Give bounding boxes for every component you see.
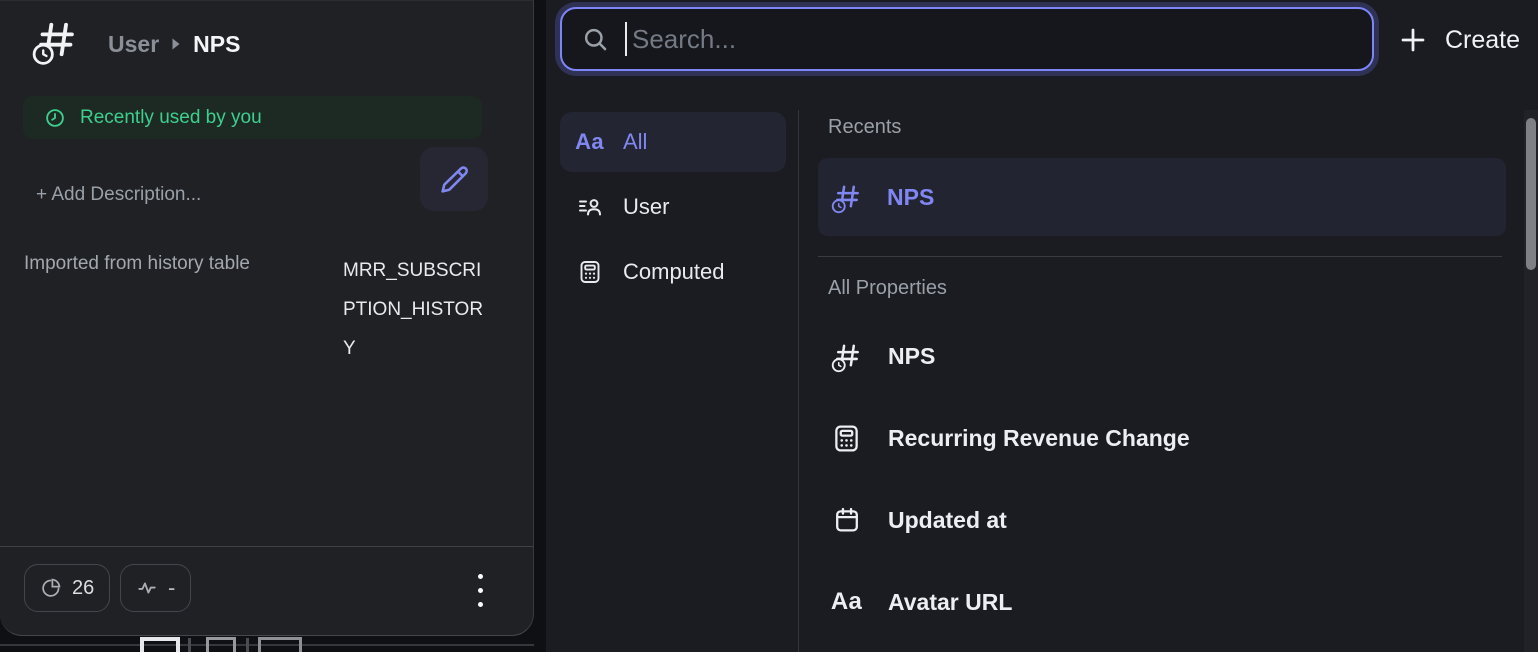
property-item-avatar-url[interactable]: Aa Avatar URL [818,561,1506,643]
background-column-icon [258,637,302,652]
tab-all-label: All [623,129,647,155]
search-icon [582,26,609,53]
number-property-clock-icon [830,340,863,373]
tab-all[interactable]: Aa All [560,112,786,172]
tab-user[interactable]: User [560,177,786,237]
tab-computed[interactable]: Computed [560,242,786,302]
text-type-icon: Aa [576,129,603,156]
add-description-button[interactable]: + Add Description... [36,184,201,206]
calculator-icon [830,422,863,455]
pie-chart-icon [40,577,62,599]
tab-user-label: User [623,194,669,220]
kebab-dot [478,574,483,579]
scrollbar-track[interactable] [1524,110,1538,652]
breadcrumb: User NPS [108,29,240,59]
modal-column-divider [798,110,799,652]
search-input[interactable] [627,24,1352,55]
results-divider [818,256,1502,257]
background-tick [246,638,249,652]
filter-tabs: Aa All User [560,112,786,302]
property-detail-panel: User NPS Recently used by you + Add Desc… [0,0,534,636]
breadcrumb-parent[interactable]: User [108,31,159,58]
calculator-icon [576,259,603,286]
usage-count: 26 [72,577,94,600]
plus-icon [1398,25,1428,55]
more-options-button[interactable] [462,568,498,612]
property-item-label: Updated at [888,507,1007,534]
recent-item-nps[interactable]: NPS [818,158,1506,236]
scrollbar-thumb[interactable] [1526,118,1536,270]
property-search-modal: Create Aa All User [546,0,1538,652]
pulse-icon [136,577,158,599]
property-item-updated-at[interactable]: Updated at [818,479,1506,561]
recent-item-label: NPS [887,184,934,211]
property-item-label: NPS [888,343,935,370]
text-type-icon: Aa [830,586,863,619]
background-column-icon [140,637,180,652]
kebab-dot [478,602,483,607]
calendar-icon [830,504,863,537]
trend-value: - [168,577,175,599]
clock-icon [44,107,66,129]
footer-divider [0,546,533,547]
search-input-wrap [625,9,1352,69]
property-item-recurring-revenue-change[interactable]: Recurring Revenue Change [818,397,1506,479]
import-source-value: MRR_SUBSCRIPTION_HISTORY [343,251,491,368]
import-source-label: Imported from history table [24,253,250,275]
recents-header: Recents [828,116,901,139]
create-button[interactable]: Create [1398,16,1520,64]
recently-used-label: Recently used by you [80,107,262,129]
search-box [560,7,1374,71]
kebab-dot [478,588,483,593]
property-item-nps[interactable]: NPS [818,315,1506,397]
user-list-icon [576,194,603,221]
background-tick [188,638,191,652]
all-properties-header: All Properties [828,277,947,300]
number-property-clock-icon [28,16,82,66]
breadcrumb-current: NPS [193,31,240,58]
property-item-label: Avatar URL [888,589,1012,616]
chevron-right-icon [171,37,181,51]
property-list: NPS Recurring Revenue Change [818,315,1506,643]
property-item-label: Recurring Revenue Change [888,425,1190,452]
tab-computed-label: Computed [623,259,725,285]
create-button-label: Create [1445,26,1520,55]
pencil-icon [439,164,470,195]
recently-used-badge: Recently used by you [23,96,482,139]
edit-description-button[interactable] [420,147,488,211]
trend-button[interactable]: - [120,564,191,612]
background-column-icon [206,637,236,652]
usage-count-button[interactable]: 26 [24,564,110,612]
number-property-clock-icon [830,181,863,214]
